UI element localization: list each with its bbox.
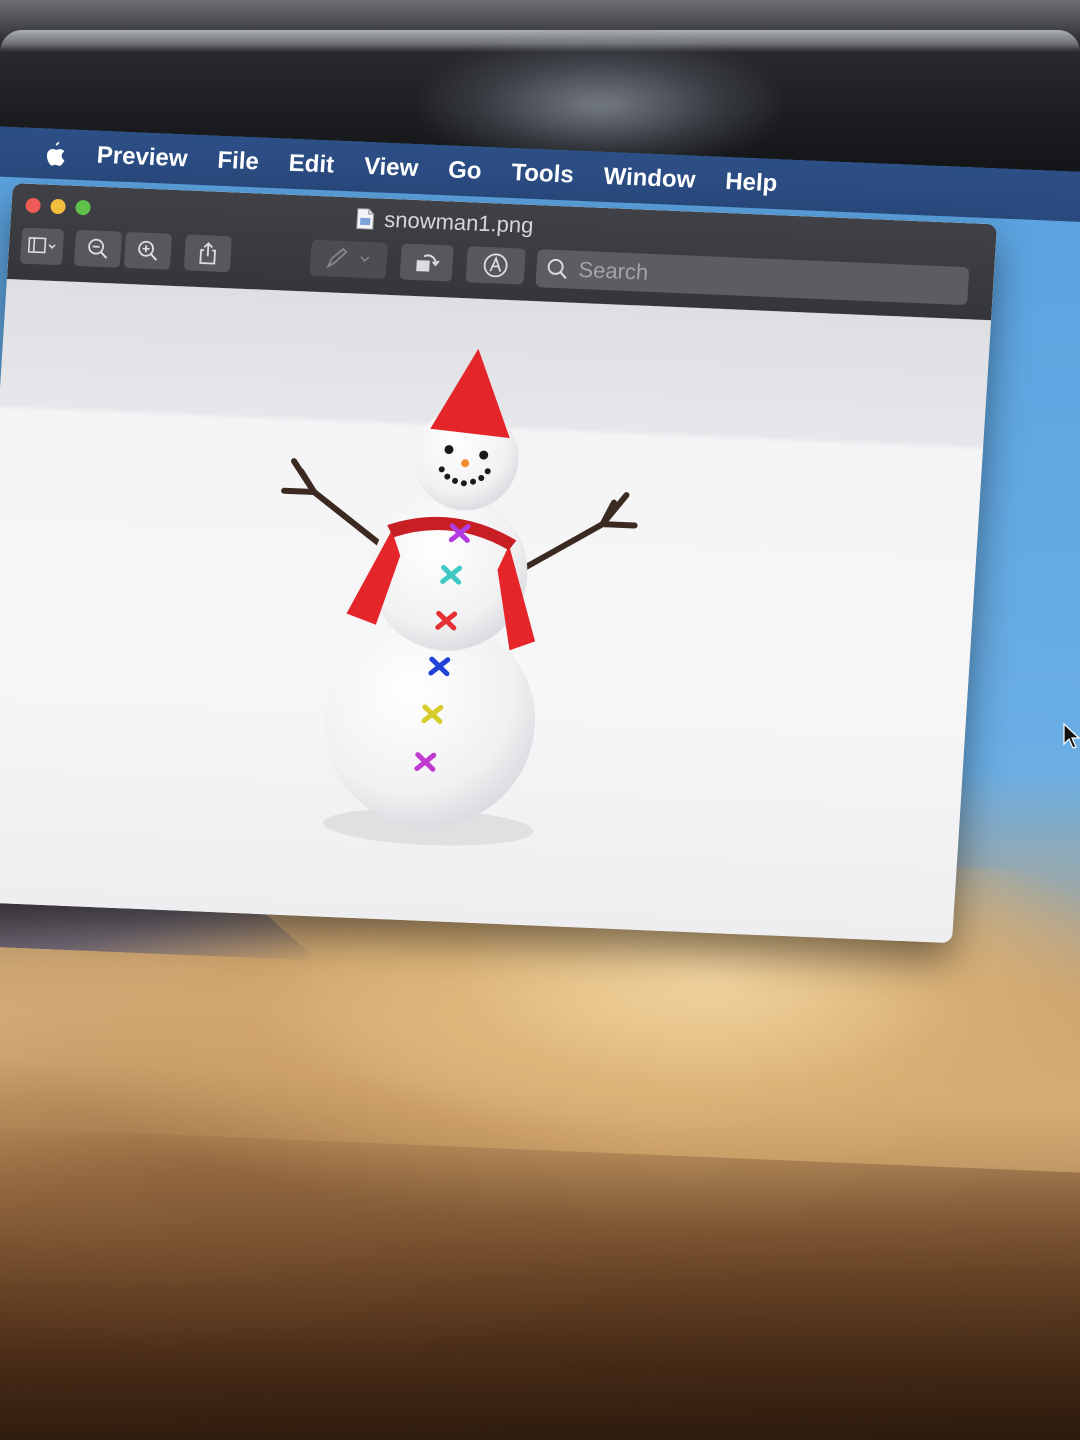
share-button[interactable] bbox=[183, 234, 233, 273]
document-view[interactable] bbox=[0, 278, 992, 944]
menu-help[interactable]: Help bbox=[724, 168, 778, 198]
menu-tools[interactable]: Tools bbox=[511, 159, 575, 190]
image-file-icon bbox=[356, 208, 375, 230]
sidebar-toggle-button[interactable] bbox=[19, 227, 65, 266]
rotate-button[interactable] bbox=[399, 243, 454, 282]
zoom-in-icon bbox=[138, 240, 158, 261]
menu-preview[interactable]: Preview bbox=[96, 142, 188, 174]
window-title: snowman1.png bbox=[356, 206, 535, 239]
markup-pen-button[interactable] bbox=[309, 239, 388, 279]
preview-window: snowman1.png bbox=[0, 183, 998, 944]
search-icon bbox=[547, 258, 567, 280]
photo-scene: Preview File Edit View Go Tools Window H… bbox=[0, 0, 1080, 1440]
menu-file[interactable]: File bbox=[217, 147, 260, 177]
menu-view[interactable]: View bbox=[363, 153, 419, 183]
search-field[interactable] bbox=[535, 249, 970, 306]
minimize-button[interactable] bbox=[50, 198, 67, 215]
markup-pen-icon bbox=[326, 247, 370, 269]
apple-icon[interactable] bbox=[40, 139, 68, 168]
mouse-cursor-icon bbox=[1063, 722, 1080, 749]
desktop-screen: Preview File Edit View Go Tools Window H… bbox=[0, 124, 1080, 1440]
annotate-icon bbox=[483, 253, 508, 278]
menu-edit[interactable]: Edit bbox=[288, 150, 335, 180]
sidebar-toggle-icon bbox=[27, 237, 56, 254]
close-button[interactable] bbox=[25, 197, 42, 214]
annotate-button[interactable] bbox=[465, 246, 526, 285]
zoom-out-icon bbox=[88, 238, 108, 259]
share-icon bbox=[199, 242, 217, 265]
zoom-button[interactable] bbox=[75, 199, 92, 216]
rotate-icon bbox=[416, 254, 440, 272]
menu-go[interactable]: Go bbox=[447, 156, 482, 185]
wallpaper-dune-shadow bbox=[0, 1123, 1080, 1440]
snowman-image bbox=[281, 348, 638, 846]
zoom-in-button[interactable] bbox=[123, 231, 173, 270]
menu-window[interactable]: Window bbox=[603, 163, 696, 195]
search-input[interactable] bbox=[575, 255, 942, 300]
window-title-text: snowman1.png bbox=[383, 206, 535, 238]
zoom-out-button[interactable] bbox=[73, 229, 123, 268]
